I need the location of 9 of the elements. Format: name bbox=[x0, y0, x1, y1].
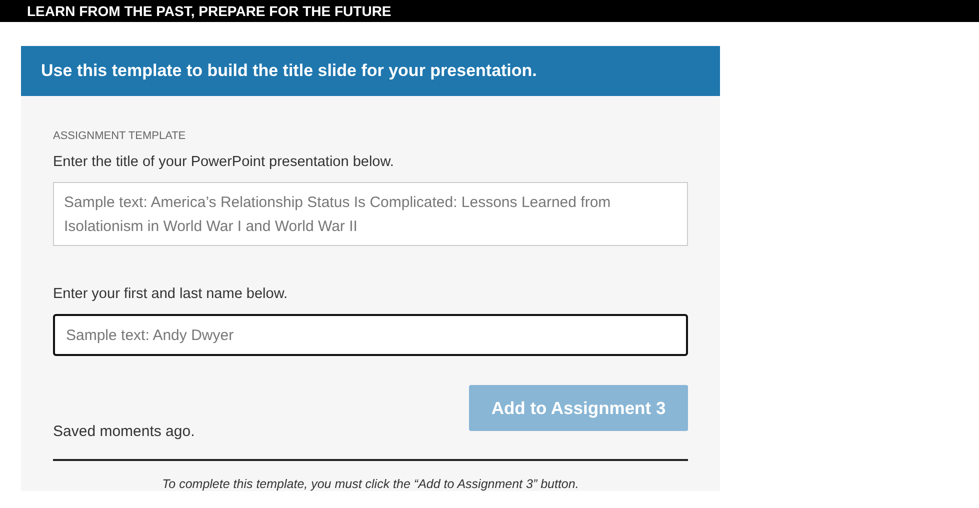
site-title: LEARN FROM THE PAST, PREPARE FOR THE FUTURE bbox=[27, 3, 392, 19]
section-label: ASSIGNMENT TEMPLATE bbox=[53, 130, 187, 142]
field-label: Enter the title of your PowerPoint presentation below. bbox=[53, 154, 395, 170]
save-status: Saved moments ago. bbox=[53, 423, 195, 440]
instruction-note: To complete this template, you must click the “Add to Assignment 3” button. bbox=[161, 476, 580, 491]
name-field[interactable]: Sample text: Andy Dwyer bbox=[53, 314, 688, 356]
field-label: Enter your first and last name below. bbox=[53, 286, 289, 302]
title-field[interactable]: Sample text: America’s Relationship Status Is Complicated: Lessons Learned from Isolationism in World War I and World War II bbox=[53, 182, 688, 246]
panel-header: Use this template to build the title slide for your presentation. bbox=[21, 46, 720, 96]
